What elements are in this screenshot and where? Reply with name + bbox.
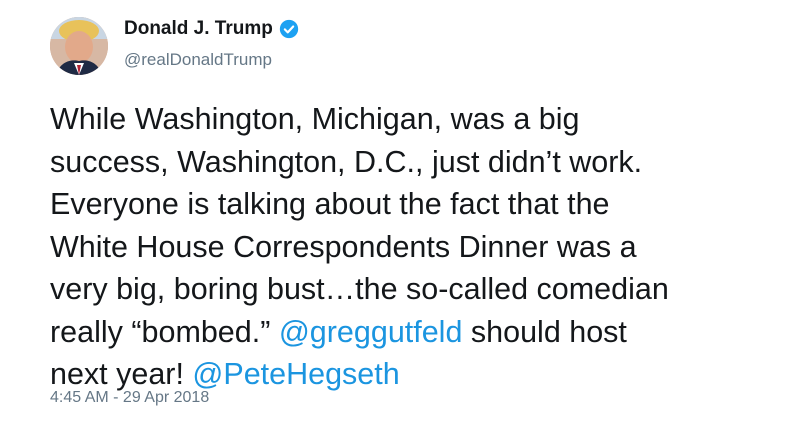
verified-badge-icon bbox=[279, 19, 299, 39]
avatar[interactable] bbox=[50, 17, 108, 75]
tweet-timestamp[interactable]: 4:45 AM - 29 Apr 2018 bbox=[50, 389, 209, 407]
mention-link-greggutfeld[interactable]: @greggutfeld bbox=[279, 315, 463, 349]
mention-link-petehegseth[interactable]: @PeteHegseth bbox=[192, 357, 399, 391]
tweet-text: While Washington, Michigan, was a big su… bbox=[50, 98, 770, 396]
tweet-text-line: success, Washington, D.C., just didn’t w… bbox=[50, 144, 643, 179]
author-handle[interactable]: @realDonaldTrump bbox=[124, 50, 272, 70]
tweet-text-segment: next year! bbox=[50, 357, 193, 391]
tweet-text-line: very big, boring bust…the so-called come… bbox=[50, 272, 669, 306]
author-name-text[interactable]: Donald J. Trump bbox=[124, 18, 273, 40]
tweet-text-line: White House Correspondents Dinner was a bbox=[50, 229, 637, 264]
tweet-text-segment: really “bombed.” bbox=[50, 314, 279, 349]
tweet-text-line: Everyone is talking about the fact that … bbox=[50, 187, 610, 221]
avatar-image bbox=[50, 17, 108, 75]
author-name[interactable]: Donald J. Trump bbox=[124, 18, 299, 40]
tweet-text-segment: should host bbox=[462, 314, 627, 349]
tweet-text-line-6: really “bombed.” @greggutfeld should hos… bbox=[50, 311, 770, 354]
tweet-card: Donald J. Trump @realDonaldTrump While W… bbox=[0, 0, 800, 421]
tweet-text-line: While Washington, Michigan, was a big bbox=[50, 102, 580, 136]
